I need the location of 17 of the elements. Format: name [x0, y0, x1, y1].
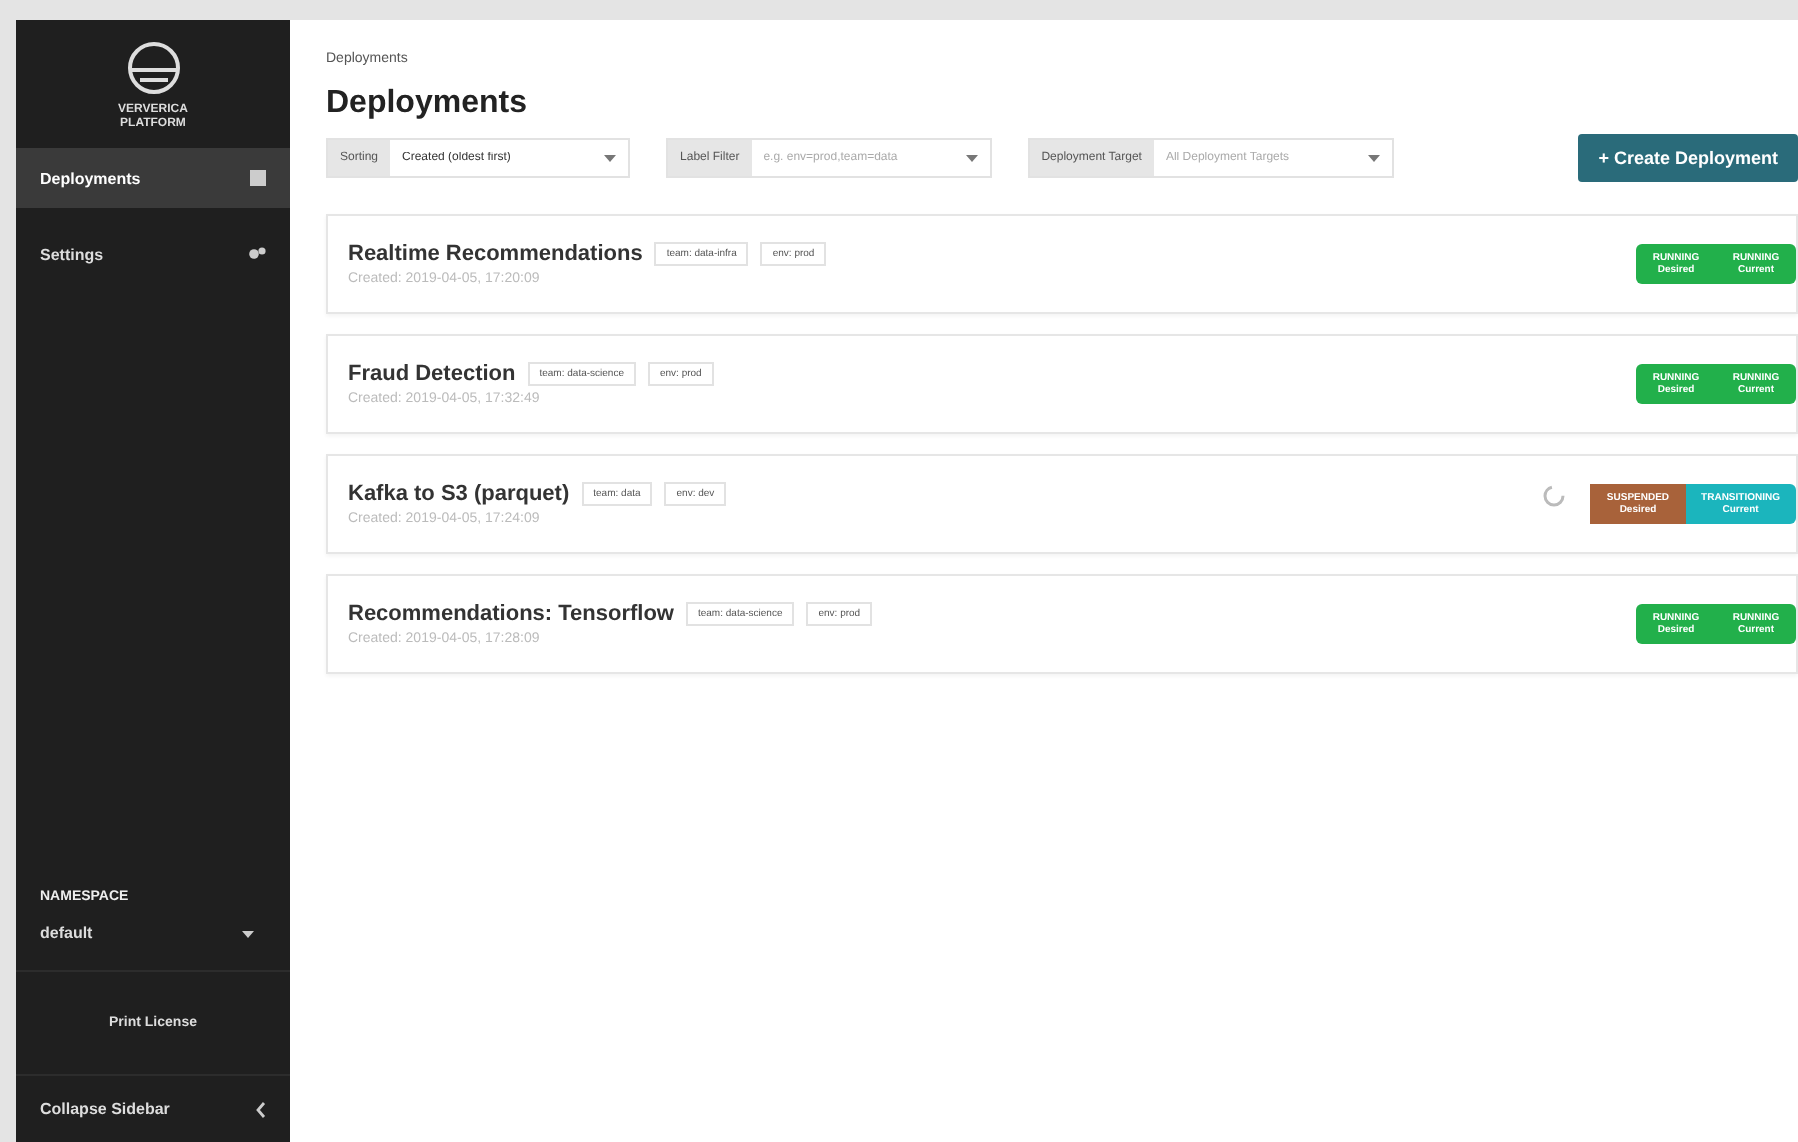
sidebar-item[interactable]: Deployments [16, 148, 290, 209]
deployment-name: Realtime Recommendations [348, 242, 643, 266]
collapse-sidebar-button[interactable]: Collapse Sidebar [16, 1076, 290, 1142]
gears-icon [248, 246, 266, 263]
deployment-name: Kafka to S3 (parquet) [348, 482, 570, 506]
grid-icon [250, 170, 266, 187]
deployment-name: Fraud Detection [348, 362, 516, 386]
page-title: Deployments [326, 86, 529, 122]
caret-icon [1367, 152, 1380, 164]
sidebar-item[interactable]: Settings [16, 224, 290, 285]
chevron-left-icon [256, 1101, 266, 1117]
deployment-name: Recommendations: Tensorflow [348, 602, 674, 626]
caret-icon [242, 927, 254, 939]
caret-icon [604, 152, 617, 164]
logo-icon [125, 40, 181, 96]
create-deployment-button[interactable]: + Create Deployment [1578, 134, 1798, 182]
caret-icon [965, 152, 978, 164]
